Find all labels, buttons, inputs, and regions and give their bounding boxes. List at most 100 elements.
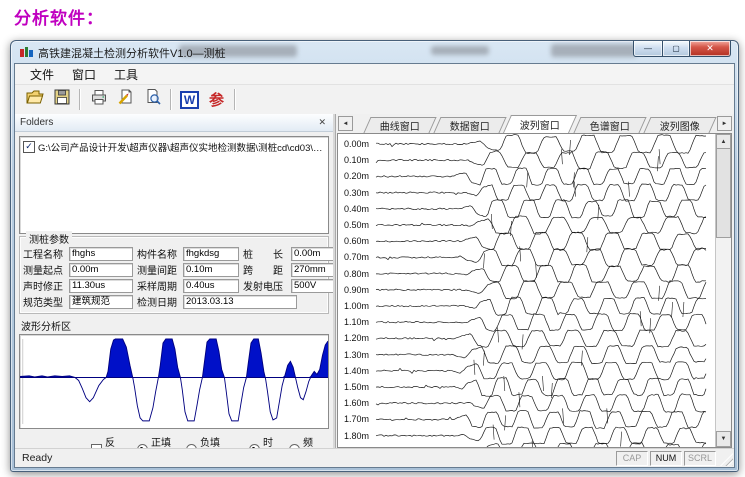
minimize-button[interactable]: — <box>633 41 663 57</box>
wave-trace <box>376 378 706 397</box>
wave-trace <box>376 200 706 218</box>
param-field: 0.10m <box>183 263 239 277</box>
analysis-waveform <box>20 335 328 428</box>
param-row: 工程名称fhghs构件名称fhgkdsg桩 长0.00m <box>23 246 325 261</box>
tab-spectrum-window[interactable]: 色谱窗口 <box>573 117 646 133</box>
folder-item[interactable]: ✓G:\公司产品设计开发\超声仪器\超声仪实地检测数据\测桩cd\cd03\cd… <box>20 137 328 157</box>
tabs: 曲线窗口 数据窗口 波列窗口 色谱窗口波列图像 <box>367 115 717 133</box>
parameters-button[interactable]: 参 <box>203 87 230 112</box>
print-button[interactable] <box>85 87 112 112</box>
folders-close-icon[interactable]: ✕ <box>316 117 328 128</box>
app-icon <box>20 46 33 58</box>
tab-data-window[interactable]: 数据窗口 <box>433 117 506 133</box>
open-folder-icon <box>25 87 45 112</box>
app-window: 高铁建混凝土检测分析软件V1.0—测桩 — ▢ ✕ 文件窗口工具 <box>10 40 739 472</box>
indicator-scrl: SCRL <box>684 451 716 466</box>
wave-analysis-title: 波形分析区 <box>21 318 333 333</box>
wave-trace <box>376 135 706 154</box>
left-panel: Folders ✕ ✓G:\公司产品设计开发\超声仪器\超声仪实地检测数据\测桩… <box>15 114 333 449</box>
param-label: 工程名称 <box>23 246 69 261</box>
tab-scroll-left-button[interactable]: ◄ <box>338 116 353 131</box>
folders-list[interactable]: ✓G:\公司产品设计开发\超声仪器\超声仪实地检测数据\测桩cd\cd03\cd… <box>19 136 329 234</box>
vertical-scrollbar[interactable]: ▲ ▼ <box>715 134 731 447</box>
left-arrow-icon: ◄ <box>343 121 349 127</box>
wave-train-panel[interactable]: 1.80m1.70m1.60m1.50m1.40m1.30m1.20m1.10m… <box>337 133 732 448</box>
page-title: 分析软件： <box>14 4 104 29</box>
param-field: fhghs <box>69 247 133 261</box>
close-icon: ✕ <box>706 43 714 54</box>
menu-bar: 文件窗口工具 <box>15 64 734 85</box>
status-bar: Ready CAPNUMSCRL <box>15 448 734 467</box>
title-bar[interactable]: 高铁建混凝土检测分析软件V1.0—测桩 — ▢ ✕ <box>11 41 738 63</box>
param-label: 声时修正 <box>23 278 69 293</box>
tab-wave-train-image[interactable]: 波列图像 <box>643 117 716 133</box>
tab-label: 波列窗口 <box>520 117 560 132</box>
scrollbar-thumb[interactable] <box>716 148 731 238</box>
status-indicators: CAPNUMSCRL <box>614 451 716 466</box>
toolbar-separator <box>234 89 236 110</box>
printer-icon <box>89 87 109 112</box>
wave-glitch <box>659 286 660 301</box>
open-file-button[interactable] <box>21 87 48 112</box>
folder-item-label: G:\公司产品设计开发\超声仪器\超声仪实地检测数据\测桩cd\cd03\cd0… <box>38 140 325 154</box>
param-field: 建筑规范 <box>69 295 133 309</box>
wave-trace <box>376 265 706 283</box>
save-button[interactable] <box>48 87 75 112</box>
tab-label: 曲线窗口 <box>380 118 420 133</box>
save-floppy-icon <box>52 87 72 112</box>
scroll-down-button[interactable]: ▼ <box>716 431 731 447</box>
tab-wave-train-window[interactable]: 波列窗口 <box>503 115 577 133</box>
wave-trace <box>376 216 706 234</box>
menu-window[interactable]: 窗口 <box>63 64 105 85</box>
menu-tools[interactable]: 工具 <box>105 64 147 85</box>
status-text: Ready <box>22 452 614 464</box>
print-preview-button[interactable] <box>139 87 166 112</box>
param-label: 检测日期 <box>137 294 183 309</box>
domain-radio-label: 频域 <box>303 434 321 449</box>
wave-trace <box>376 168 706 185</box>
menu-file[interactable]: 文件 <box>21 64 63 85</box>
indicator-num: NUM <box>650 451 682 466</box>
print-setup-button[interactable] <box>112 87 139 112</box>
param-label: 发射电压 <box>243 278 291 293</box>
wave-trace <box>376 184 706 201</box>
toolbar-separator <box>170 89 172 110</box>
minimize-icon: — <box>644 44 652 53</box>
param-label: 跨 距 <box>243 262 291 277</box>
up-arrow-icon: ▲ <box>721 139 727 145</box>
wave-trace <box>376 410 706 428</box>
tab-scroll-right-button[interactable]: ► <box>717 116 732 131</box>
pile-params-group: 测桩参数 工程名称fhghs构件名称fhgkdsg桩 长0.00m测量起点0.0… <box>19 236 329 314</box>
word-report-button[interactable]: W <box>176 87 203 112</box>
tab-strip: ◄ 曲线窗口 数据窗口 波列窗口 色谱窗口波列图像 ► <box>336 114 734 133</box>
param-label: 测量起点 <box>23 262 69 277</box>
maximize-button[interactable]: ▢ <box>663 41 689 57</box>
tab-curve-window[interactable]: 曲线窗口 <box>363 117 436 133</box>
page: 分析软件： 高铁建混凝土检测分析软件V1.0—测桩 — ▢ ✕ 文件窗口工具 <box>0 0 745 477</box>
param-label: 构件名称 <box>137 246 183 261</box>
param-row: 规范类型建筑规范检测日期2013.03.13 <box>23 294 325 309</box>
wave-trace <box>376 362 706 380</box>
close-button[interactable]: ✕ <box>689 41 731 57</box>
param-label: 规范类型 <box>23 294 69 309</box>
resize-grip[interactable] <box>720 453 733 466</box>
param-label: 测量间距 <box>137 262 183 277</box>
tab-label: 色谱窗口 <box>590 118 630 133</box>
tab-label: 数据窗口 <box>450 118 490 133</box>
parameters-icon: 参 <box>209 89 224 110</box>
pile-params-title: 测桩参数 <box>26 231 72 246</box>
right-arrow-icon: ► <box>722 121 728 127</box>
wave-trace <box>376 427 706 444</box>
window-controls: — ▢ ✕ <box>633 41 731 57</box>
wave-trace <box>376 314 706 332</box>
wave-trace <box>376 330 706 347</box>
wave-glitch <box>474 360 475 375</box>
fill-radio-label: 正填充 <box>151 434 178 449</box>
folder-item-checkbox[interactable]: ✓ <box>23 141 35 153</box>
waveform-analysis-chart[interactable] <box>19 334 329 429</box>
display-controls: 反相正填充负填充时域频域 <box>19 434 329 449</box>
toolbar: W 参 <box>15 85 734 115</box>
param-field: 2013.03.13 <box>183 295 297 309</box>
invert-label: 反相 <box>105 434 123 449</box>
wave-trace <box>376 151 706 169</box>
